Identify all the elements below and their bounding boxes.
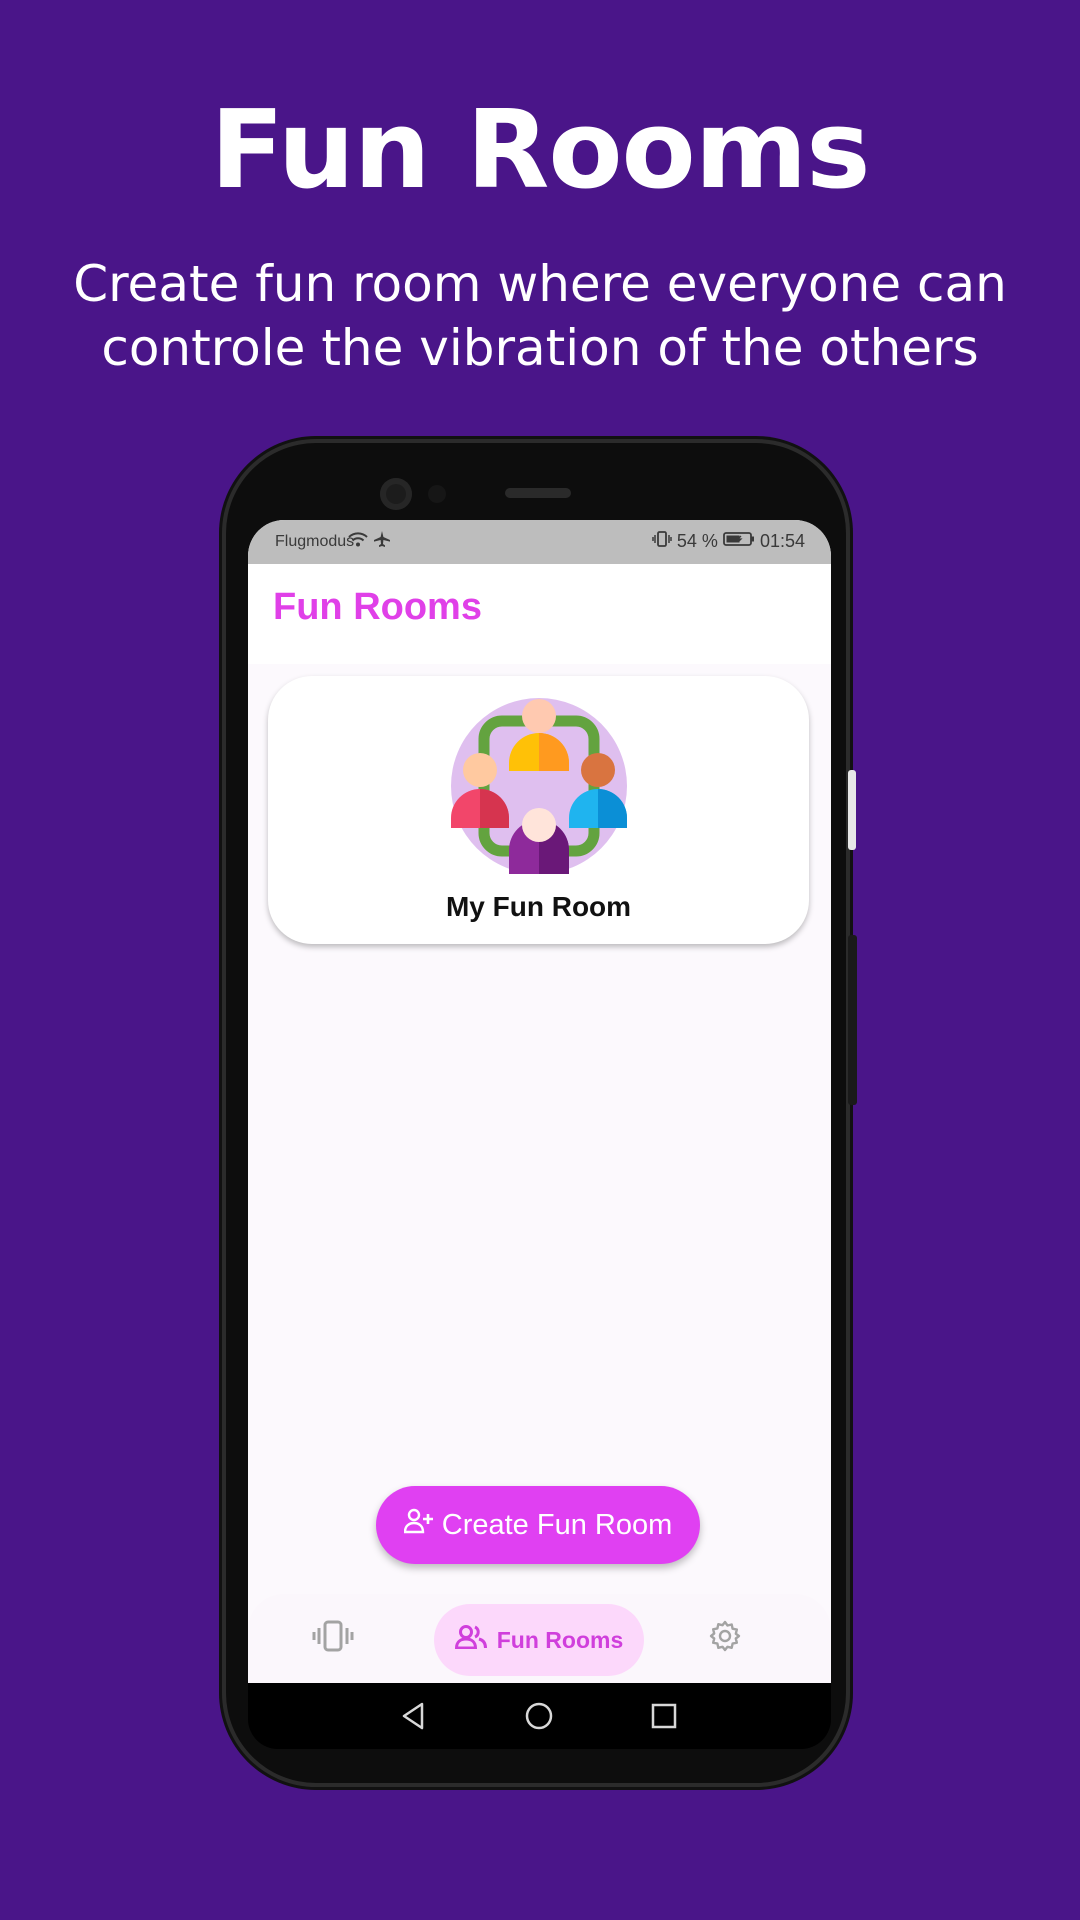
- promo-subtitle-line-2: controle the vibration of the others: [101, 319, 979, 377]
- group-circle-icon: [451, 698, 627, 874]
- system-navigation-bar: [248, 1683, 831, 1749]
- bottom-navigation: Fun Rooms: [248, 1594, 831, 1683]
- phone-volume-button: [848, 935, 857, 1105]
- nav-item-vibrate[interactable]: [308, 1616, 358, 1660]
- create-fun-room-label: Create Fun Room: [441, 1508, 673, 1541]
- front-sensor: [428, 485, 446, 503]
- airplane-icon: [373, 531, 391, 552]
- nav-item-fun-rooms-label: Fun Rooms: [496, 1626, 624, 1653]
- battery-percent: 54 %: [676, 531, 718, 551]
- front-camera: [380, 478, 412, 510]
- home-icon[interactable]: [523, 1700, 555, 1732]
- promo-subtitle-line-1: Create fun room where everyone can: [73, 255, 1007, 313]
- nav-item-fun-rooms[interactable]: Fun Rooms: [434, 1604, 644, 1676]
- vibrate-icon: [312, 1620, 354, 1657]
- phone-power-button: [848, 770, 856, 850]
- status-bar: Flugmodus 54 % 01:54: [248, 520, 831, 564]
- carrier-label: Flugmodus: [275, 533, 355, 550]
- app-content: Fun Rooms My Fun Room Create Fun Room Fu…: [248, 564, 831, 1683]
- room-name: My Fun Room: [445, 891, 632, 922]
- vibrate-mode-icon: [652, 531, 677, 551]
- back-icon[interactable]: [398, 1700, 430, 1732]
- create-fun-room-button[interactable]: Create Fun Room: [376, 1486, 700, 1564]
- phone-screen: Flugmodus 54 % 01:54 Fun Rooms My Fun Ro…: [248, 520, 831, 1683]
- clock: 01:54: [759, 531, 805, 551]
- room-card[interactable]: My Fun Room: [268, 676, 809, 944]
- page-title: Fun Rooms: [273, 586, 482, 628]
- add-person-icon: [403, 1508, 434, 1542]
- people-icon: [454, 1625, 487, 1655]
- app-bar: Fun Rooms: [248, 564, 831, 664]
- gear-icon: [708, 1619, 742, 1658]
- promo-subtitle: Create fun room where everyone can contr…: [60, 252, 1020, 380]
- wifi-icon: [348, 532, 373, 552]
- recents-icon[interactable]: [648, 1700, 680, 1732]
- promo-title: Fun Rooms: [210, 88, 870, 213]
- earpiece-speaker: [505, 488, 571, 498]
- battery-icon: [723, 531, 760, 551]
- nav-item-settings[interactable]: [700, 1616, 750, 1660]
